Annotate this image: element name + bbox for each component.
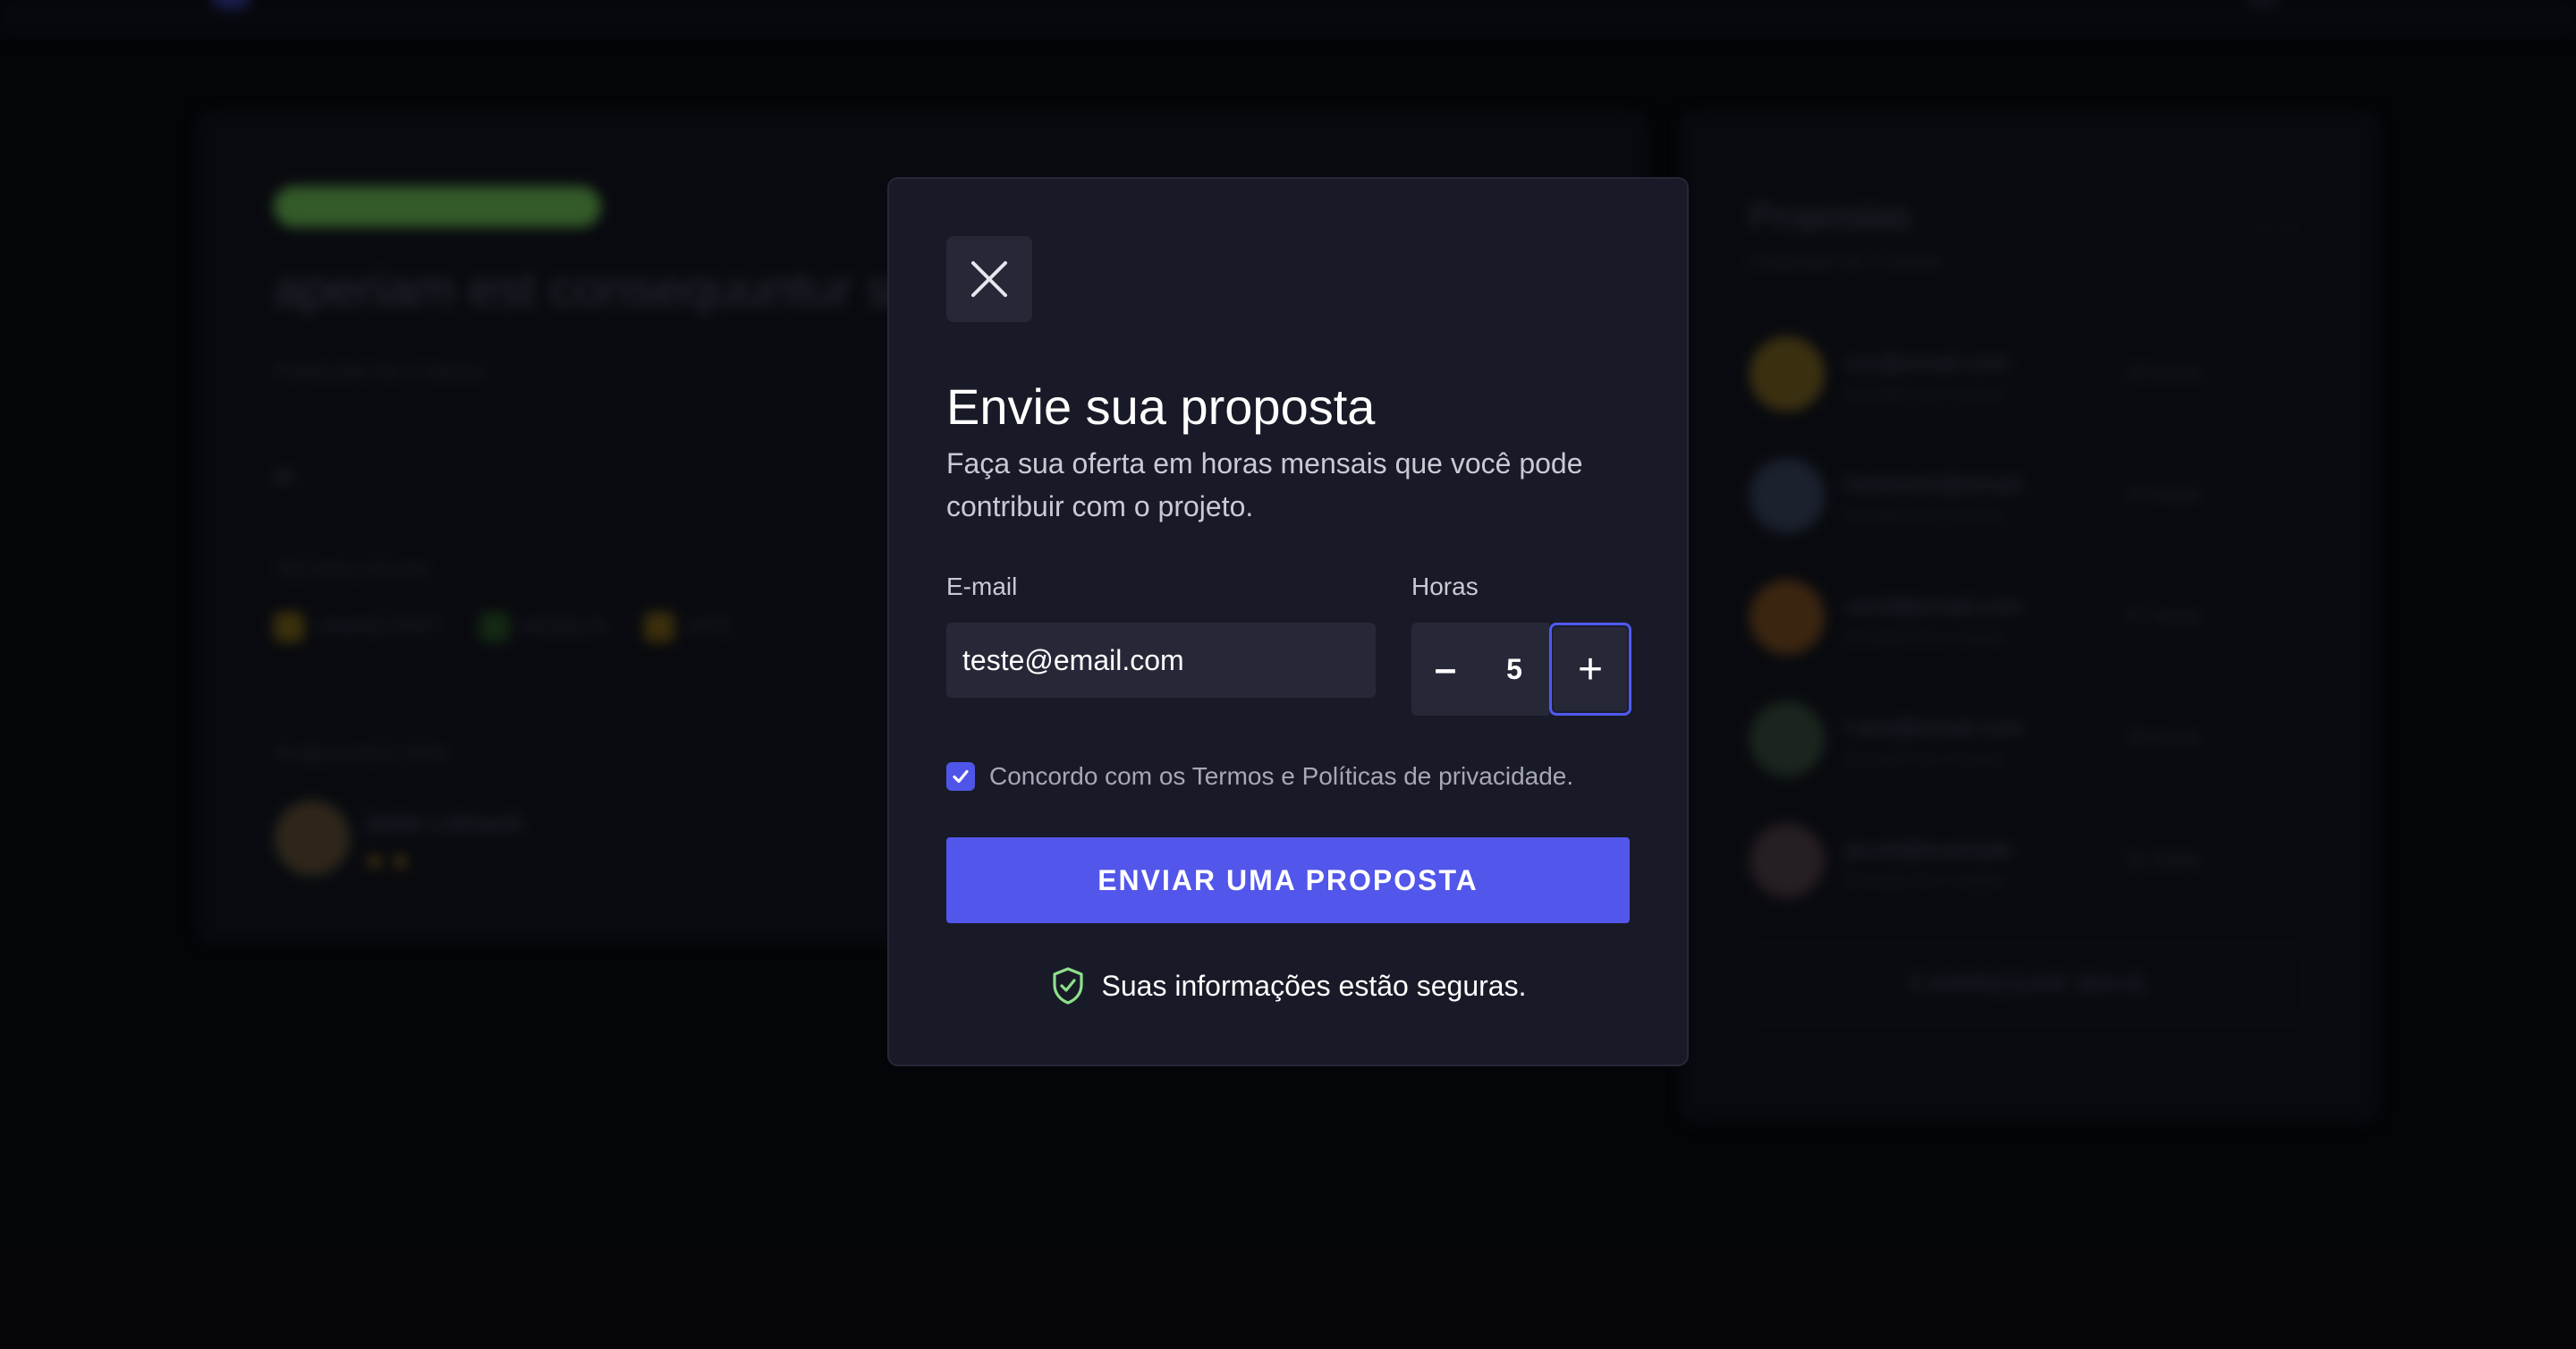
email-label: E-mail (946, 573, 1018, 600)
security-text: Suas informações estão seguras. (1101, 969, 1527, 1002)
increment-hours-button[interactable]: + (1549, 623, 1631, 716)
terms-checkbox[interactable] (946, 762, 975, 791)
close-icon (971, 261, 1007, 297)
hours-stepper: – 5 + (1411, 623, 1631, 716)
modal-subtitle: Faça sua oferta em horas mensais que voc… (946, 447, 1583, 522)
terms-label: Concordo com os Termos e Políticas de pr… (989, 762, 1574, 790)
checkmark-icon (953, 769, 969, 784)
security-notice: Suas informações estão seguras. (889, 966, 1687, 1005)
decrement-hours-button[interactable]: – (1411, 623, 1479, 716)
hours-label: Horas (1411, 573, 1479, 600)
proposal-modal: Envie sua proposta Faça sua oferta em ho… (887, 177, 1689, 1066)
close-button[interactable] (946, 236, 1032, 322)
hours-value: 5 (1479, 623, 1549, 716)
terms-row: Concordo com os Termos e Políticas de pr… (946, 762, 1573, 791)
submit-proposal-button[interactable]: ENVIAR UMA PROPOSTA (946, 837, 1630, 923)
shield-check-icon (1052, 967, 1083, 1005)
modal-title: Envie sua proposta (946, 378, 1376, 435)
email-field[interactable] (946, 623, 1376, 698)
